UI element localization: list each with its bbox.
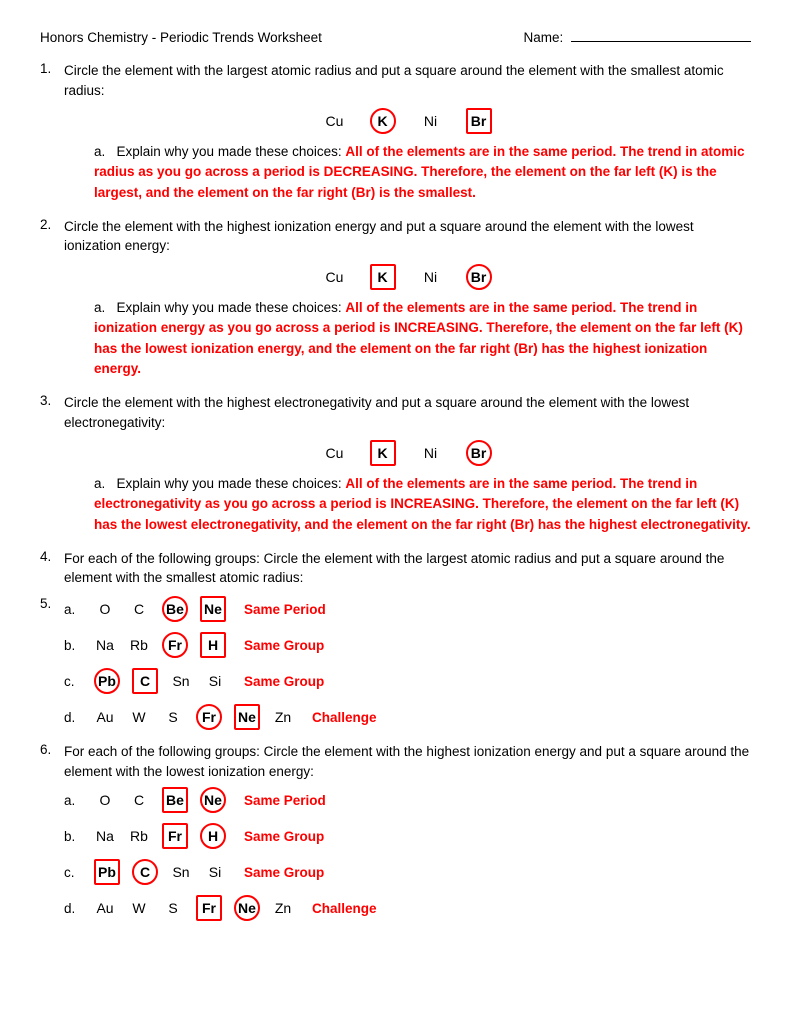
q6c-c-circle: C: [132, 859, 158, 885]
name-field: Name:: [523, 30, 751, 45]
q6-sub-a: a. O C Be Ne Same Period: [64, 787, 751, 813]
question-4: 4. For each of the following groups: Cir…: [40, 549, 751, 594]
q1-br-square: Br: [466, 108, 492, 134]
question-5: 5. a. O C Be Ne Same Period b. Na Rb Fr …: [40, 596, 751, 740]
q1-ni: Ni: [420, 113, 442, 129]
q6-number: 6.: [40, 742, 58, 931]
q4-text: For each of the following groups: Circle…: [64, 549, 751, 588]
q2-explain: a. Explain why you made these choices: A…: [94, 298, 751, 379]
q4-sub-b: b. Na Rb Fr H Same Group: [64, 632, 751, 658]
q1-number: 1.: [40, 61, 58, 211]
q2-number: 2.: [40, 217, 58, 387]
q4-sub-c: c. Pb C Sn Si Same Group: [64, 668, 751, 694]
q4b-fr-circle: Fr: [162, 632, 188, 658]
q3-ni: Ni: [420, 445, 442, 461]
q6-sub-b: b. Na Rb Fr H Same Group: [64, 823, 751, 849]
q1-k-circle: K: [370, 108, 396, 134]
q6-sub-c: c. Pb C Sn Si Same Group: [64, 859, 751, 885]
question-6: 6. For each of the following groups: Cir…: [40, 742, 751, 931]
q4c-pb-circle: Pb: [94, 668, 120, 694]
q6-text: For each of the following groups: Circle…: [64, 742, 751, 781]
q6a-be-square: Be: [162, 787, 188, 813]
q2-br-circle: Br: [466, 264, 492, 290]
q3-k-square: K: [370, 440, 396, 466]
q4-sub-a: a. O C Be Ne Same Period: [64, 596, 751, 622]
q4a-ne-square: Ne: [200, 596, 226, 622]
q1-explain: a. Explain why you made these choices: A…: [94, 142, 751, 203]
page-header: Honors Chemistry - Periodic Trends Works…: [40, 30, 751, 45]
q4-number: 4.: [40, 549, 58, 594]
q4b-h-square: H: [200, 632, 226, 658]
q3-number: 3.: [40, 393, 58, 543]
question-3: 3. Circle the element with the highest e…: [40, 393, 751, 543]
q4a-be-circle: Be: [162, 596, 188, 622]
q2-text: Circle the element with the highest ioni…: [64, 217, 751, 256]
q6b-h-circle: H: [200, 823, 226, 849]
q4d-ne-square: Ne: [234, 704, 260, 730]
q6d-ne-circle: Ne: [234, 895, 260, 921]
q6d-fr-square: Fr: [196, 895, 222, 921]
q1-text: Circle the element with the largest atom…: [64, 61, 751, 100]
q1-cu: Cu: [324, 113, 346, 129]
q2-cu: Cu: [324, 269, 346, 285]
q3-elements: Cu K Ni Br: [64, 440, 751, 466]
q4-sub-d: d. Au W S Fr Ne Zn Challenge: [64, 704, 751, 730]
q6b-fr-square: Fr: [162, 823, 188, 849]
question-1: 1. Circle the element with the largest a…: [40, 61, 751, 211]
q3-br-circle: Br: [466, 440, 492, 466]
q4d-fr-circle: Fr: [196, 704, 222, 730]
q2-ni: Ni: [420, 269, 442, 285]
q6a-ne-circle: Ne: [200, 787, 226, 813]
q4c-c-square: C: [132, 668, 158, 694]
name-underline: [571, 41, 751, 42]
worksheet-title: Honors Chemistry - Periodic Trends Works…: [40, 30, 322, 45]
q2-elements: Cu K Ni Br: [64, 264, 751, 290]
q3-cu: Cu: [324, 445, 346, 461]
question-2: 2. Circle the element with the highest i…: [40, 217, 751, 387]
q2-k-square: K: [370, 264, 396, 290]
q6c-pb-square: Pb: [94, 859, 120, 885]
q5-number: 5.: [40, 596, 58, 740]
q3-explain: a. Explain why you made these choices: A…: [94, 474, 751, 535]
q6-sub-d: d. Au W S Fr Ne Zn Challenge: [64, 895, 751, 921]
q1-elements: Cu K Ni Br: [64, 108, 751, 134]
q3-text: Circle the element with the highest elec…: [64, 393, 751, 432]
